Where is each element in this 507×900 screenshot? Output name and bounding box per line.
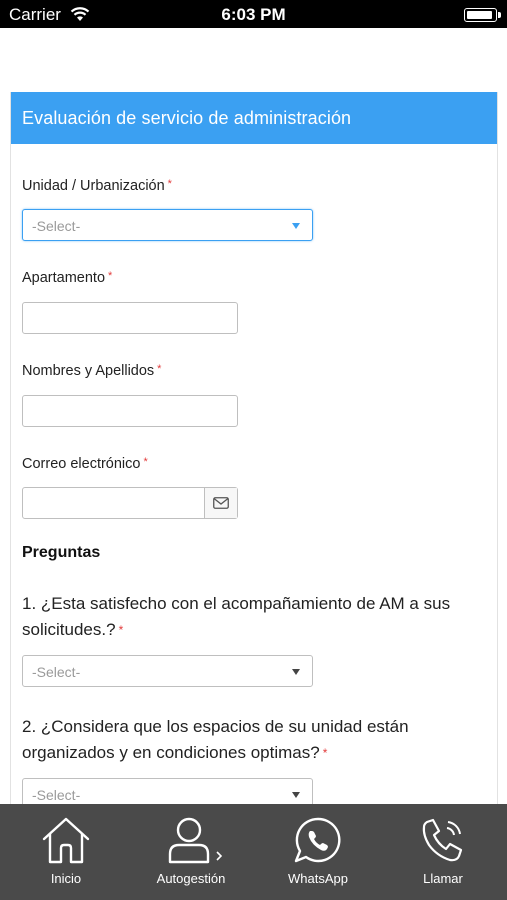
nav-item-autogestion[interactable]: Autogestión xyxy=(128,804,254,900)
email-field[interactable] xyxy=(22,487,238,519)
form-title: Evaluación de servicio de administración xyxy=(11,92,497,144)
required-mark: * xyxy=(157,363,162,375)
required-mark: * xyxy=(108,270,113,282)
battery-icon xyxy=(464,8,501,22)
nav-item-inicio[interactable]: Inicio xyxy=(3,804,129,900)
question-1-select-value: -Select- xyxy=(32,664,81,680)
nav-label-whatsapp: WhatsApp xyxy=(288,871,348,886)
nombres-label: Nombres y Apellidos * xyxy=(22,363,162,379)
unidad-label: Unidad / Urbanización * xyxy=(22,178,172,194)
unidad-select[interactable]: -Select- xyxy=(22,209,313,241)
question-1: 1. ¿Esta satisfecho con el acompañamient… xyxy=(22,594,451,639)
bottom-nav: Inicio Autogestión WhatsApp Llamar xyxy=(0,804,507,900)
whatsapp-icon xyxy=(255,816,381,868)
section-title-preguntas: Preguntas xyxy=(22,544,101,561)
nombres-input[interactable] xyxy=(22,395,238,427)
question-1-select[interactable]: -Select- xyxy=(22,655,313,687)
apartamento-label: Apartamento * xyxy=(22,270,113,286)
unidad-select-value: -Select- xyxy=(32,218,81,234)
nav-label-inicio: Inicio xyxy=(50,871,82,886)
user-icon xyxy=(128,816,254,868)
envelope-icon xyxy=(204,488,237,518)
nav-label-llamar: Llamar xyxy=(423,871,463,886)
nav-item-whatsapp[interactable]: WhatsApp xyxy=(255,804,381,900)
phone-icon xyxy=(380,816,506,868)
evaluation-form: Evaluación de servicio de administración xyxy=(10,92,498,812)
apartamento-input[interactable] xyxy=(22,302,238,334)
required-mark: * xyxy=(322,746,328,760)
home-icon xyxy=(3,816,129,868)
question-2-select-value: -Select- xyxy=(32,787,81,803)
clock: 6:03 PM xyxy=(221,5,286,24)
chevron-down-icon xyxy=(292,792,300,798)
status-bar: Carrier 6:03 PM xyxy=(0,0,507,28)
question-2: 2. ¿Considera que los espacios de su uni… xyxy=(22,717,409,762)
correo-label: Correo electrónico * xyxy=(22,456,148,472)
nav-label-autogestion: Autogestión xyxy=(156,871,226,886)
required-mark: * xyxy=(167,178,172,190)
chevron-down-icon xyxy=(292,669,300,675)
nav-item-llamar[interactable]: Llamar xyxy=(380,804,506,900)
required-mark: * xyxy=(143,456,148,468)
chevron-down-icon xyxy=(292,223,300,229)
required-mark: * xyxy=(118,623,124,637)
